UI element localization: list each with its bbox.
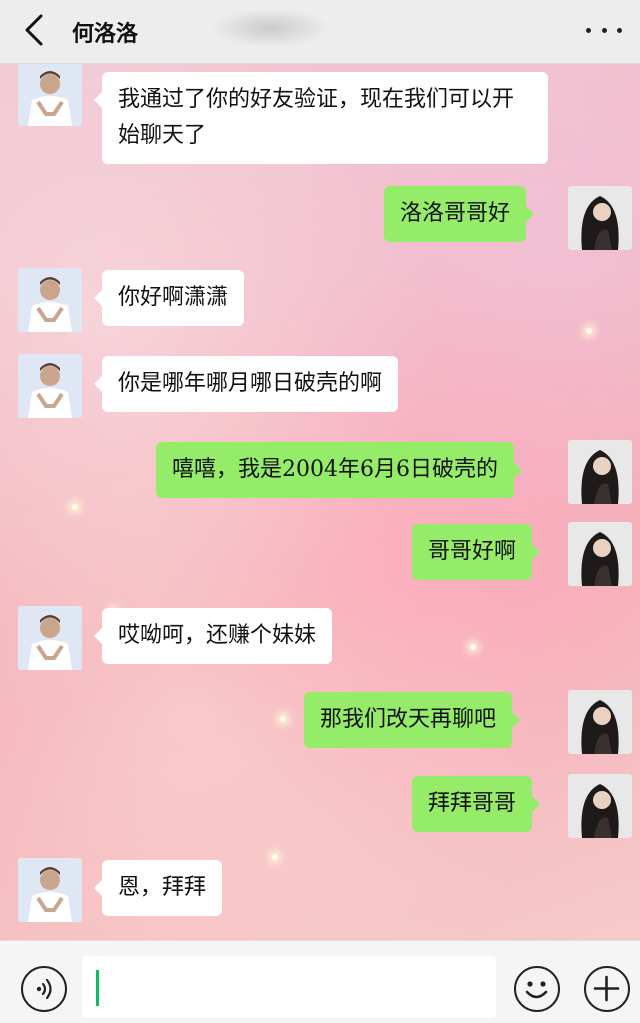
chat-messages-area[interactable] <box>0 64 640 940</box>
boy-avatar-image <box>18 858 82 922</box>
contact-avatar[interactable] <box>18 268 82 332</box>
contact-avatar[interactable] <box>18 354 82 418</box>
chat-header: 何洛洛 <box>0 0 640 64</box>
emoji-button[interactable] <box>514 966 560 1012</box>
sparkle <box>586 328 592 334</box>
girl-avatar-image <box>568 774 632 838</box>
message-bubble-incoming[interactable]: 恩，拜拜 <box>93 860 223 916</box>
more-button[interactable] <box>586 18 622 42</box>
more-actions-button[interactable] <box>584 966 630 1012</box>
contact-avatar[interactable] <box>18 606 82 670</box>
message-bubble-outgoing[interactable]: 拜拜哥哥 <box>412 776 541 832</box>
girl-avatar-image <box>568 690 632 754</box>
my-avatar[interactable] <box>568 690 632 754</box>
message-input[interactable] <box>82 956 496 1018</box>
emoji-icon <box>525 981 548 999</box>
more-dots-icon <box>586 27 591 33</box>
my-avatar[interactable] <box>568 440 632 504</box>
plus-icon <box>593 975 620 1002</box>
my-avatar[interactable] <box>568 186 632 250</box>
chevron-left-icon <box>25 14 43 46</box>
sparkle <box>280 716 286 722</box>
boy-avatar-image <box>18 354 82 418</box>
sparkle <box>272 854 278 860</box>
my-avatar[interactable] <box>568 774 632 838</box>
message-bubble-incoming[interactable]: 你是哪年哪月哪日破壳的啊 <box>93 356 399 412</box>
sparkle <box>72 504 78 510</box>
back-button[interactable] <box>16 12 52 48</box>
boy-avatar-image <box>18 606 82 670</box>
boy-avatar-image <box>18 62 82 126</box>
boy-avatar-image <box>18 268 82 332</box>
girl-avatar-image <box>568 440 632 504</box>
chat-title: 何洛洛 <box>72 22 139 47</box>
my-avatar[interactable] <box>568 522 632 586</box>
message-bubble-incoming[interactable]: 哎呦呵，还赚个妹妹 <box>93 608 333 664</box>
message-bubble-outgoing[interactable]: 嘻嘻，我是2004年6月6日破壳的 <box>156 442 522 498</box>
voice-button[interactable] <box>21 966 67 1012</box>
voice-icon <box>36 978 52 1000</box>
message-bubble-outgoing[interactable]: 洛洛哥哥好 <box>384 186 535 242</box>
message-bubble-outgoing[interactable]: 哥哥好啊 <box>412 524 541 580</box>
girl-avatar-image <box>568 522 632 586</box>
message-bubble-incoming[interactable]: 我通过了你的好友验证，现在我们可以开始聊天了 <box>94 72 548 164</box>
blurred-status <box>210 8 330 48</box>
sparkle <box>470 644 476 650</box>
message-bubble-outgoing[interactable]: 那我们改天再聊吧 <box>304 692 521 748</box>
message-bubble-incoming[interactable]: 你好啊潇潇 <box>93 270 245 326</box>
girl-avatar-image <box>568 186 632 250</box>
contact-avatar[interactable] <box>18 62 82 126</box>
contact-avatar[interactable] <box>18 858 82 922</box>
text-caret <box>96 970 99 1006</box>
